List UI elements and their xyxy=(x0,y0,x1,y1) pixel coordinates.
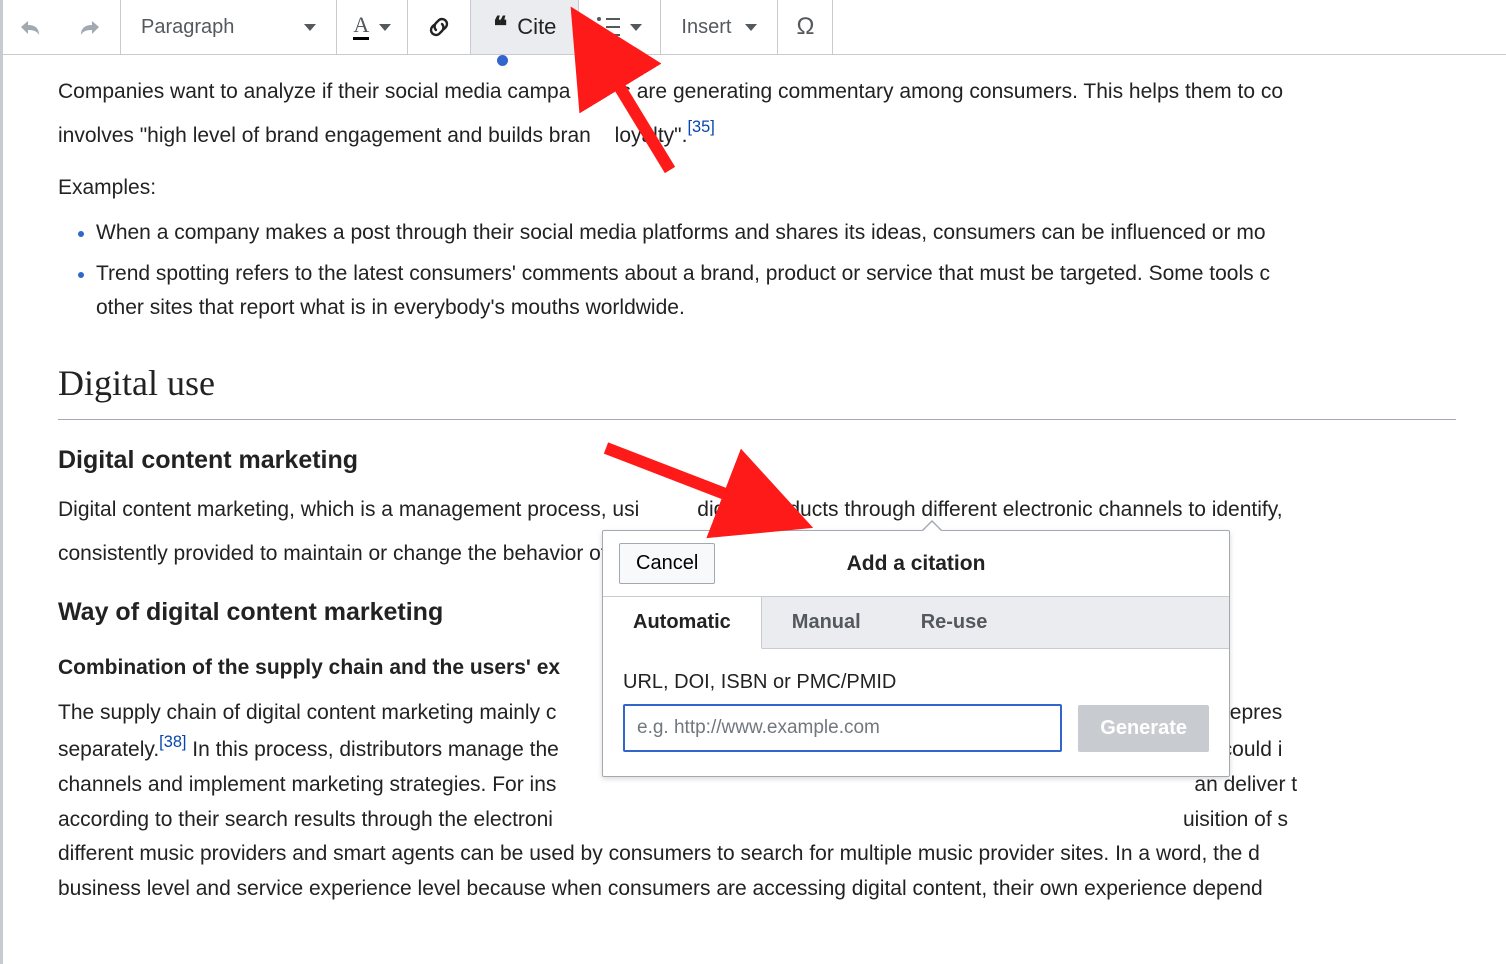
text-fragment: uisition of s xyxy=(1183,808,1288,831)
link-button[interactable] xyxy=(408,0,471,54)
text-fragment: Companies want to analyze if their socia… xyxy=(58,80,570,103)
text-fragment: loyalty". xyxy=(609,124,688,147)
reference-link[interactable]: [38] xyxy=(159,733,186,751)
list-button[interactable] xyxy=(579,0,661,54)
cite-button[interactable]: ❝ Cite xyxy=(471,0,579,54)
generate-button[interactable]: Generate xyxy=(1078,705,1209,752)
bullet-list: When a company makes a post through thei… xyxy=(58,216,1456,326)
text-fragment: separately. xyxy=(58,738,159,761)
list-item[interactable]: Trend spotting refers to the latest cons… xyxy=(96,257,1456,326)
text-fragment: In this process, distributors manage the xyxy=(186,738,558,761)
text-fragment: digital products through different elect… xyxy=(697,498,1282,521)
link-icon xyxy=(426,14,452,40)
chevron-down-icon xyxy=(304,24,316,31)
subsection-heading[interactable]: Digital content marketing xyxy=(58,440,1456,481)
text-fragment: business level and service experience le… xyxy=(58,877,1263,900)
tab-reuse[interactable]: Re-use xyxy=(891,597,1018,648)
chevron-down-icon xyxy=(745,24,757,31)
text-fragment: s are generating commentary among consum… xyxy=(620,80,1283,103)
text-format-button[interactable]: A xyxy=(337,0,408,54)
editor-toolbar: Paragraph A ❝ Cite Insert Ω xyxy=(0,0,1506,55)
insert-label: Insert xyxy=(681,16,731,39)
text-fragment: Digital content marketing, which is a ma… xyxy=(58,498,639,521)
dialog-body: URL, DOI, ISBN or PMC/PMID Generate xyxy=(603,649,1229,776)
chevron-down-icon xyxy=(379,24,391,31)
undo-button[interactable] xyxy=(0,0,60,54)
redo-icon xyxy=(78,17,102,37)
text-fragment: other sites that report what is in every… xyxy=(96,296,685,319)
text-fragment: different music providers and smart agen… xyxy=(58,842,1260,865)
redo-button[interactable] xyxy=(60,0,121,54)
paragraph-text[interactable]: Digital content marketing, which is a ma… xyxy=(58,493,1456,528)
dialog-header: Cancel Add a citation xyxy=(603,531,1229,596)
paragraph-text[interactable]: Companies want to analyze if their socia… xyxy=(58,75,1456,110)
bullet-list-icon xyxy=(597,17,620,37)
paragraph-text[interactable]: involves "high level of brand engagement… xyxy=(58,116,1456,154)
paragraph-style-label: Paragraph xyxy=(141,16,234,39)
add-citation-dialog: Cancel Add a citation Automatic Manual R… xyxy=(602,530,1230,777)
text-fragment: The supply chain of digital content mark… xyxy=(58,701,556,724)
cite-label: Cite xyxy=(517,14,556,40)
paragraph-style-selector[interactable]: Paragraph xyxy=(121,0,337,54)
examples-label: Examples: xyxy=(58,171,1456,206)
citation-input-label: URL, DOI, ISBN or PMC/PMID xyxy=(623,671,1209,694)
text-fragment: channels and implement marketing strateg… xyxy=(58,773,556,796)
chevron-down-icon xyxy=(630,24,642,31)
special-char-button[interactable]: Ω xyxy=(778,0,833,54)
dialog-input-row: Generate xyxy=(623,704,1209,752)
tab-automatic[interactable]: Automatic xyxy=(603,597,762,649)
reference-link[interactable]: [35] xyxy=(687,118,714,136)
undo-icon xyxy=(18,17,42,37)
section-heading[interactable]: Digital use xyxy=(58,354,1456,420)
omega-icon: Ω xyxy=(796,13,814,41)
dialog-tabs: Automatic Manual Re-use xyxy=(603,596,1229,649)
text-fragment: involves "high level of brand engagement… xyxy=(58,124,591,147)
quote-icon: ❝ xyxy=(493,12,507,42)
text-style-icon: A xyxy=(353,14,369,40)
text-fragment: according to their search results throug… xyxy=(58,808,553,831)
editor-content[interactable]: Companies want to analyze if their socia… xyxy=(0,55,1506,907)
text-fragment: Trend spotting refers to the latest cons… xyxy=(96,262,1270,285)
citation-url-input[interactable] xyxy=(623,704,1062,752)
cancel-button[interactable]: Cancel xyxy=(619,543,715,584)
tab-manual[interactable]: Manual xyxy=(762,597,891,648)
insert-selector[interactable]: Insert xyxy=(661,0,778,54)
list-item[interactable]: When a company makes a post through thei… xyxy=(96,216,1456,251)
